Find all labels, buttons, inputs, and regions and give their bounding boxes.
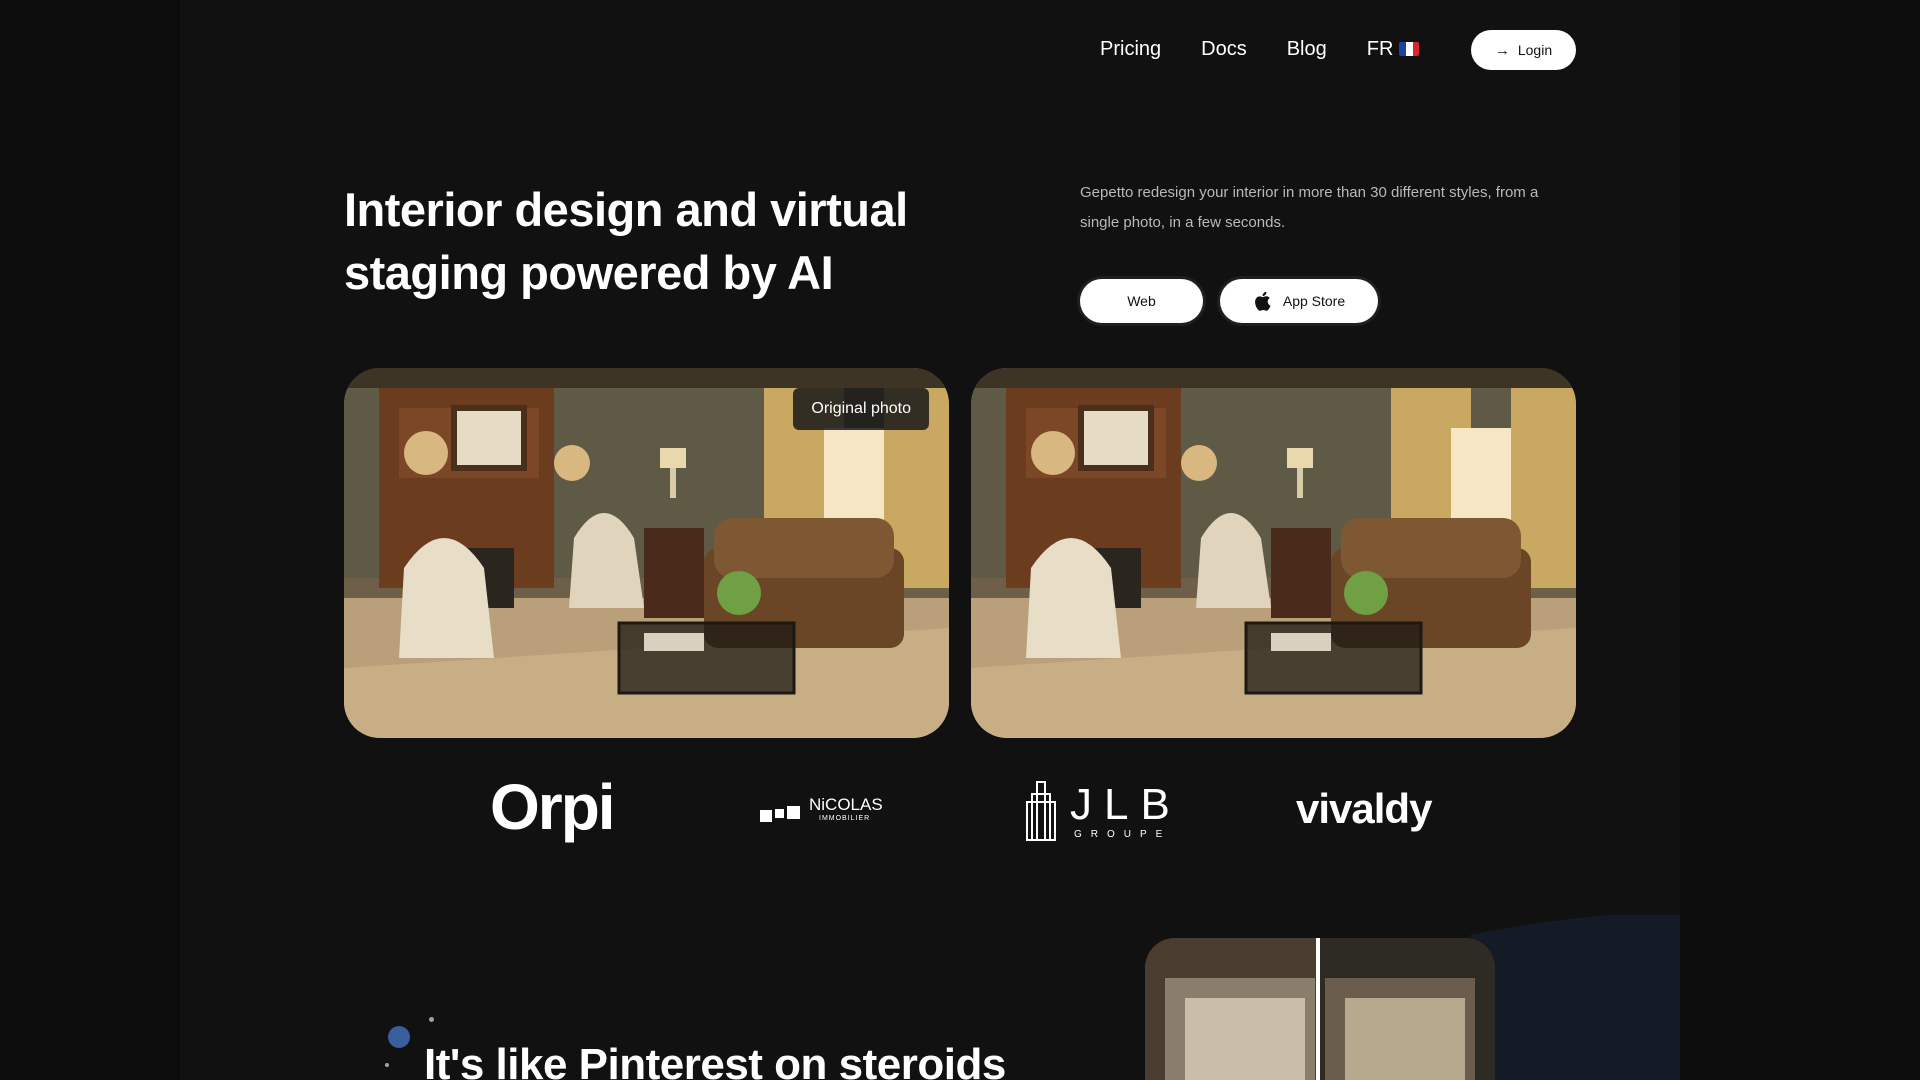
login-label: Login [1517,42,1553,58]
nicolas-logo: NiCOLAS IMMOBILIER [760,795,883,826]
language-switcher[interactable]: FR [1367,38,1420,61]
hero-title: Interior design and virtual staging powe… [344,183,908,299]
slider-handle[interactable] [1316,938,1320,1080]
right-gutter [1680,0,1920,1080]
nav-pricing[interactable]: Pricing [1100,38,1161,61]
app-store-button[interactable]: App Store [1220,279,1378,323]
logo-mark-icon [775,808,784,818]
jlb-name: JLB [1070,779,1182,829]
original-room-photo: Original photo [344,368,949,738]
nav-docs[interactable]: Docs [1201,38,1247,61]
building-icon [1026,781,1056,841]
vivaldy-logo: vivaldy [1296,785,1432,832]
login-button[interactable]: → Login [1471,30,1576,70]
section-title: It's like Pinterest on steroids [424,1040,1006,1080]
nicolas-sub: IMMOBILIER [819,815,871,822]
top-nav: Pricing Docs Blog FR [1100,28,1459,70]
nav-blog[interactable]: Blog [1287,38,1327,61]
jlb-logo: JLB GROUPE [1026,780,1182,842]
logo-mark-icon [760,810,772,822]
nicolas-wordmark: NiCOLAS IMMOBILIER [809,795,883,826]
jlb-wordmark: JLB GROUPE [1070,779,1182,840]
room-illustration [971,368,1576,738]
jlb-sub: GROUPE [1074,828,1172,840]
ceiling-illustration [1145,938,1495,1080]
orpi-logo: Orpi [490,771,616,843]
logo-mark-icon [787,805,800,819]
web-button[interactable]: Web [1080,279,1203,323]
hero-description: Gepetto redesign your interior in more t… [1080,184,1539,231]
nicolas-name: NiCOLAS [809,795,883,814]
decorative-dot [388,1026,410,1048]
france-flag-icon [1399,42,1420,56]
decorative-blue-shape [1470,915,1680,1080]
web-label: Web [1127,293,1156,309]
original-photo-badge: Original photo [793,388,929,430]
apple-icon [1254,291,1271,311]
app-store-label: App Store [1282,293,1346,309]
before-after-slider[interactable] [1145,938,1495,1080]
decorative-dot [385,1063,389,1067]
language-label: FR [1366,37,1394,60]
arrow-right-icon: → [1494,41,1510,59]
decorative-dot [429,1017,434,1022]
left-gutter [0,0,180,1080]
redesigned-room-photo [971,368,1576,738]
